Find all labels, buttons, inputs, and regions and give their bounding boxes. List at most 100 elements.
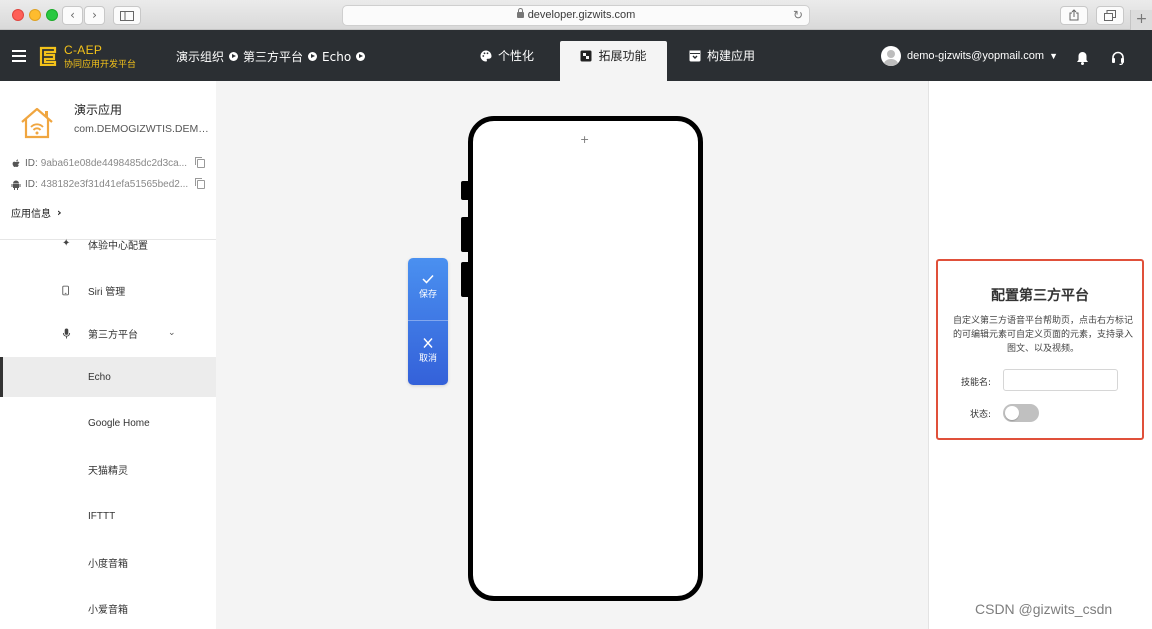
- palette-icon: [480, 50, 492, 62]
- magic-wand-icon: ✦: [62, 238, 71, 249]
- share-button[interactable]: [1060, 6, 1088, 25]
- caret-down-icon: ▼: [1049, 51, 1059, 61]
- copy-icon[interactable]: [194, 157, 205, 168]
- sidebar: 演示应用 com.DEMOGIZWTIS.DEMO... ID: 9aba61e…: [0, 81, 216, 629]
- tabs-overview-button[interactable]: [1096, 6, 1124, 25]
- ios-id-label: ID:: [25, 158, 38, 169]
- avatar: [881, 46, 901, 66]
- sidebar-item-label: Echo: [88, 371, 111, 383]
- play-circle-icon: [229, 52, 239, 61]
- android-id-row: ID: 438182e3f31d41efa51565bed2...: [11, 178, 205, 190]
- config-description: 自定义第三方语音平台帮助页，点击右方标记的可编辑元素可自定义页面的元素，支持录入…: [952, 316, 1133, 354]
- play-circle-icon: [308, 52, 318, 61]
- lock-icon: [516, 8, 524, 18]
- headset-icon[interactable]: [1111, 51, 1125, 65]
- build-box-icon: [689, 50, 701, 62]
- sidebar-item-label: Siri 管理: [88, 286, 126, 298]
- apple-icon: [12, 159, 20, 167]
- breadcrumb-platform[interactable]: 第三方平台: [243, 48, 303, 65]
- app-info-link[interactable]: 应用信息 ›: [11, 205, 62, 220]
- back-button[interactable]: ‹: [62, 6, 83, 25]
- sidebar-item-xiaodu[interactable]: 小度音箱: [0, 542, 216, 582]
- share-icon: [1069, 9, 1079, 21]
- sidebar-toggle-button[interactable]: [113, 6, 141, 25]
- android-id-value: 438182e3f31d41efa51565bed2...: [40, 179, 189, 190]
- sidebar-item-label: 小度音箱: [88, 558, 128, 570]
- app-info-label: 应用信息: [11, 209, 51, 220]
- bell-icon[interactable]: [1076, 51, 1089, 65]
- forward-button[interactable]: ›: [84, 6, 105, 25]
- breadcrumb-echo[interactable]: Echo: [322, 50, 351, 64]
- sidebar-item-experience-center[interactable]: ✦ 体验中心配置: [0, 224, 216, 264]
- play-circle-icon: [356, 52, 366, 61]
- check-icon: [422, 274, 434, 284]
- tab-build[interactable]: 构建应用: [689, 41, 769, 81]
- chevron-left-icon: ‹: [70, 8, 75, 22]
- user-email: demo-gizwits@yopmail.com: [907, 50, 1045, 62]
- sidebar-item-label: 体验中心配置: [88, 240, 148, 252]
- third-party-config-box: 配置第三方平台 自定义第三方语音平台帮助页，点击右方标记的可编辑元素可自定义页面…: [936, 259, 1144, 440]
- sidebar-item-google-home[interactable]: Google Home: [0, 403, 216, 443]
- minimize-window-button[interactable]: [29, 9, 41, 21]
- copy-icon[interactable]: [194, 178, 205, 189]
- sidebar-item-third-party[interactable]: 第三方平台 ⌄: [0, 313, 216, 353]
- app-name: 演示应用: [74, 103, 123, 117]
- plus-icon: +: [1135, 11, 1148, 27]
- sidebar-item-echo[interactable]: Echo: [0, 357, 216, 397]
- chevron-right-icon: ›: [92, 8, 97, 22]
- user-menu[interactable]: demo-gizwits@yopmail.com ▼: [881, 46, 1058, 66]
- chevron-down-icon: ⌄: [168, 328, 176, 338]
- menu-icon[interactable]: [12, 50, 26, 62]
- phone-icon: [62, 285, 69, 295]
- sidebar-item-label: IFTTT: [88, 510, 116, 522]
- sidebar-item-label: 天猫精灵: [88, 465, 128, 477]
- tab-build-label: 构建应用: [707, 49, 756, 63]
- android-icon: [11, 180, 21, 190]
- save-label: 保存: [418, 290, 437, 300]
- sidebar-icon: [120, 11, 134, 21]
- cancel-button[interactable]: 取消: [408, 322, 448, 385]
- add-element-marker[interactable]: +: [580, 133, 589, 146]
- edit-actions: 保存 取消: [408, 258, 448, 385]
- close-window-button[interactable]: [12, 9, 24, 21]
- sidebar-item-siri[interactable]: Siri 管理: [0, 270, 216, 310]
- breadcrumb-org[interactable]: 演示组织: [176, 48, 224, 65]
- tab-extensions[interactable]: 拓展功能: [560, 41, 667, 81]
- smart-home-icon: [21, 107, 53, 139]
- browser-window: ‹ › developer.gizwits.com ↻ + C-AEP 协同应用…: [0, 0, 1152, 629]
- sidebar-item-ifttt[interactable]: IFTTT: [0, 496, 216, 536]
- config-panel: 配置第三方平台 自定义第三方语音平台帮助页，点击右方标记的可编辑元素可自定义页面…: [928, 81, 1152, 629]
- close-icon: [423, 338, 433, 348]
- microphone-icon: [62, 328, 71, 338]
- sidebar-item-label: Google Home: [88, 417, 150, 429]
- status-toggle[interactable]: [1003, 404, 1039, 422]
- address-bar[interactable]: developer.gizwits.com ↻: [342, 5, 810, 26]
- app-package: com.DEMOGIZWTIS.DEMO...: [74, 123, 209, 135]
- browser-toolbar: ‹ › developer.gizwits.com ↻ +: [0, 0, 1152, 30]
- url-text: developer.gizwits.com: [527, 9, 636, 21]
- sidebar-item-tmall-genie[interactable]: 天猫精灵: [0, 449, 216, 489]
- save-button[interactable]: 保存: [408, 258, 448, 321]
- cancel-label: 取消: [418, 354, 437, 364]
- zoom-window-button[interactable]: [46, 9, 58, 21]
- sidebar-item-label: 小爱音箱: [88, 604, 128, 616]
- breadcrumb: 演示组织 第三方平台 Echo: [176, 48, 370, 65]
- logo-title: C-AEP: [64, 43, 103, 57]
- reload-icon[interactable]: ↻: [793, 6, 803, 25]
- sidebar-item-xiaoai[interactable]: 小爱音箱: [0, 588, 216, 628]
- toggle-knob: [1005, 406, 1019, 420]
- watermark: CSDN @gizwits_csdn: [975, 601, 1113, 617]
- logo-subtitle: 协同应用开发平台: [64, 60, 137, 70]
- skill-name-input[interactable]: [1003, 369, 1118, 391]
- app-header: C-AEP 协同应用开发平台 演示组织 第三方平台 Echo 个性化 拓展功能 …: [0, 30, 1152, 81]
- extension-icon: [580, 50, 592, 62]
- config-title: 配置第三方平台: [991, 288, 1089, 304]
- preview-canvas: + 保存 取消: [216, 81, 928, 629]
- tabs-icon: [1104, 10, 1116, 21]
- new-tab-button[interactable]: +: [1130, 10, 1152, 30]
- tab-personalize[interactable]: 个性化: [480, 41, 550, 81]
- android-id-label: ID:: [25, 179, 38, 190]
- sidebar-item-label: 第三方平台: [88, 329, 138, 341]
- phone-preview[interactable]: +: [468, 116, 703, 601]
- ios-id-value: 9aba61e08de4498485dc2d3ca...: [40, 158, 188, 169]
